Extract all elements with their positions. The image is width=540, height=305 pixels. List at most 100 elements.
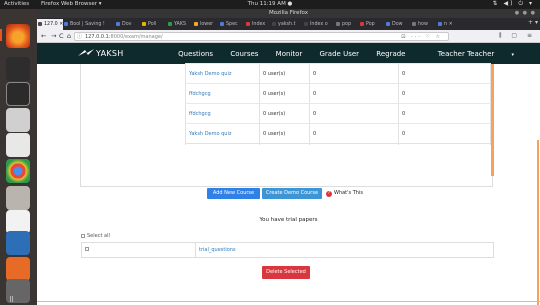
text-editor-icon[interactable] bbox=[6, 133, 30, 157]
url-bar[interactable]: ⓘ 127.0.0.1:8000/exam/manage/ ⊡ ··· ♡ ☆ bbox=[74, 32, 449, 41]
reload-button[interactable]: C bbox=[59, 32, 64, 40]
tab-label: Pop bbox=[366, 22, 375, 27]
whats-this-label: What's This bbox=[334, 190, 363, 196]
tab-favicon-icon bbox=[386, 22, 390, 26]
browser-tab[interactable]: Poll bbox=[141, 19, 167, 30]
add-new-course-button[interactable]: Add New Course bbox=[207, 188, 260, 199]
files-icon[interactable] bbox=[6, 186, 30, 210]
browser-tab[interactable]: pop bbox=[335, 19, 359, 30]
window-controls[interactable]: ● ● ● bbox=[515, 9, 536, 18]
site-nav-links: Questions Courses Monitor Grade User Reg… bbox=[163, 50, 514, 58]
tab-label: yaksh.t bbox=[278, 22, 296, 27]
trial-row: trial_questions bbox=[81, 242, 494, 258]
browser-tab[interactable]: Pop bbox=[359, 19, 385, 30]
table-cell: 0 bbox=[398, 104, 491, 125]
tab-label: n ✕ bbox=[444, 22, 453, 27]
caret-down-icon: ▾ bbox=[511, 52, 514, 58]
trial-papers-heading: You have trial papers bbox=[259, 217, 318, 223]
table-cell: 0 bbox=[309, 104, 398, 125]
whats-this-link[interactable]: ? What's This bbox=[326, 190, 363, 197]
quiz-link[interactable]: Yaksh Demo quiz bbox=[185, 124, 259, 145]
table-cell: 0 bbox=[309, 64, 398, 85]
page-scrollbar[interactable] bbox=[537, 140, 539, 305]
sublime-text-icon[interactable] bbox=[6, 57, 30, 81]
tab-favicon-icon bbox=[412, 22, 416, 26]
url-host: 127.0.0.1: bbox=[85, 34, 111, 40]
nav-link-monitor[interactable]: Monitor bbox=[276, 50, 303, 58]
browser-tab[interactable]: lower bbox=[193, 19, 219, 30]
panel-scrollbar[interactable] bbox=[491, 64, 494, 176]
software-center-icon[interactable] bbox=[6, 257, 30, 281]
browser-tab[interactable]: Dow bbox=[385, 19, 411, 30]
browser-tab[interactable]: Dov bbox=[115, 19, 141, 30]
navigation-bar: ← → C ⌂ ⓘ 127.0.0.1:8000/exam/manage/ ⊡ … bbox=[37, 30, 540, 43]
browser-tab[interactable]: YAKS bbox=[167, 19, 193, 30]
home-button[interactable]: ⌂ bbox=[67, 32, 71, 40]
libreoffice-writer-icon[interactable] bbox=[6, 231, 30, 255]
browser-tab[interactable]: 127.0 ✕ bbox=[37, 19, 63, 30]
browser-tab[interactable]: Index o bbox=[303, 19, 335, 30]
trial-paper-link[interactable]: trial_questions bbox=[195, 243, 236, 257]
select-all-checkbox[interactable] bbox=[81, 234, 85, 238]
quiz-table: Yaksh Demo quiz 0 user(s) 0 0 ffdchgcg 0… bbox=[185, 63, 491, 145]
site-info-icon[interactable]: ⓘ bbox=[77, 33, 82, 41]
quiz-link[interactable]: ffdchgcg bbox=[185, 104, 259, 125]
tab-label: Dow bbox=[392, 22, 403, 27]
browser-tab[interactable]: n ✕ bbox=[437, 19, 461, 30]
launcher-dock: ⠿ bbox=[0, 9, 37, 305]
tab-favicon-icon bbox=[360, 22, 364, 26]
user-count: 0 user(s) bbox=[259, 84, 309, 105]
forward-button[interactable]: → bbox=[51, 32, 56, 40]
back-button[interactable]: ← bbox=[41, 32, 46, 40]
tab-label: Poll bbox=[148, 22, 157, 27]
browser-tab[interactable]: Index bbox=[245, 19, 271, 30]
show-applications-icon[interactable]: ⠿ bbox=[9, 296, 29, 304]
nav-link-grade-user[interactable]: Grade User bbox=[320, 50, 360, 58]
tab-favicon-icon bbox=[304, 22, 308, 26]
page-actions-icon[interactable]: ⊡ ··· ♡ ☆ bbox=[401, 33, 442, 41]
table-row: ffdchgcg 0 user(s) 0 0 bbox=[185, 103, 491, 125]
brand[interactable]: YAKSH bbox=[78, 49, 124, 58]
yaksh-logo-icon bbox=[78, 49, 94, 56]
tab-favicon-icon bbox=[272, 22, 276, 26]
quiz-link[interactable]: ffdchgcg bbox=[185, 84, 259, 105]
nav-link-questions[interactable]: Questions bbox=[178, 50, 213, 58]
tab-favicon-icon bbox=[220, 22, 224, 26]
trial-row-checkbox[interactable] bbox=[85, 247, 89, 251]
url-path: 8000/exam/manage/ bbox=[110, 34, 163, 40]
system-tray[interactable]: ⇅ ◀) ⏻ ▾ bbox=[493, 0, 534, 8]
browser-tab[interactable]: how bbox=[411, 19, 437, 30]
firefox-icon[interactable] bbox=[6, 24, 30, 48]
table-row: Yaksh Demo quiz 0 user(s) 0 0 bbox=[185, 123, 491, 145]
terminal-icon[interactable] bbox=[6, 82, 30, 106]
select-all[interactable]: Select all bbox=[81, 233, 110, 239]
tab-label: how bbox=[418, 22, 428, 27]
table-cell: 0 bbox=[398, 124, 491, 145]
toolbar-icons[interactable]: ⫼ ▢ ≡ bbox=[499, 32, 536, 40]
create-demo-course-button[interactable]: Create Demo Course bbox=[262, 188, 322, 199]
brand-name: YAKSH bbox=[96, 49, 124, 58]
delete-selected-button[interactable]: Delete Selected bbox=[262, 266, 310, 279]
tab-favicon-icon bbox=[194, 22, 198, 26]
browser-tab[interactable]: Bool | Saving ! bbox=[63, 19, 115, 30]
quiz-link[interactable]: Yaksh Demo quiz bbox=[185, 64, 259, 85]
system-monitor-icon[interactable] bbox=[6, 108, 30, 132]
table-row: Yaksh Demo quiz 0 user(s) 0 0 bbox=[185, 63, 491, 85]
browser-tab[interactable]: Spec bbox=[219, 19, 245, 30]
table-row: ffdchgcg 0 user(s) 0 0 bbox=[185, 83, 491, 105]
nav-link-courses[interactable]: Courses bbox=[230, 50, 258, 58]
active-app-indicator bbox=[0, 29, 2, 41]
browser-tab[interactable]: yaksh.t bbox=[271, 19, 303, 30]
table-cell: 0 bbox=[398, 64, 491, 85]
clock[interactable]: Thu 11:19 AM ● bbox=[0, 1, 540, 7]
tab-label: Spec bbox=[226, 22, 238, 27]
new-tab-button[interactable]: + ▾ bbox=[528, 19, 538, 26]
chrome-icon[interactable] bbox=[6, 159, 30, 183]
user-menu[interactable]: Teacher Teacher ▾ bbox=[423, 50, 514, 58]
tab-bar: + ▾ 127.0 ✕ Bool | Saving ! Dov Poll YAKS low… bbox=[37, 18, 540, 30]
tab-favicon-icon bbox=[64, 22, 68, 26]
nav-link-regrade[interactable]: Regrade bbox=[376, 50, 405, 58]
tab-label: Bool | Saving ! bbox=[70, 22, 105, 27]
user-menu-label: Teacher Teacher bbox=[437, 50, 495, 58]
site-navbar: YAKSH Questions Courses Monitor Grade Us… bbox=[37, 43, 540, 64]
